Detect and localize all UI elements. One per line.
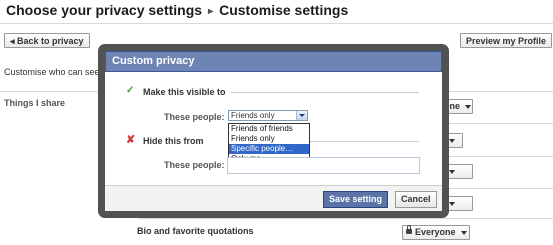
- row-divider: [448, 188, 553, 189]
- checkmark-icon: ✓: [126, 85, 135, 96]
- back-to-privacy-button[interactable]: ◂ Back to privacy: [4, 33, 90, 48]
- lock-icon: [406, 225, 412, 235]
- intro-text: Customise who can see: [4, 67, 100, 77]
- option-specific-people[interactable]: Specific people…: [229, 144, 309, 154]
- chevron-down-icon: [460, 230, 467, 235]
- chevron-down-icon: [449, 169, 455, 174]
- visible-to-select[interactable]: Friends only: [228, 110, 308, 121]
- header-divider: [0, 23, 553, 24]
- chevron-down-icon: [449, 201, 455, 206]
- row-divider: [448, 156, 553, 157]
- things-i-share-label: Things I share: [4, 98, 66, 108]
- chevron-down-icon: [465, 104, 472, 109]
- preview-profile-button[interactable]: Preview my Profile: [460, 33, 553, 48]
- these-people-label-visible: These people:: [164, 112, 225, 122]
- row-divider: [448, 123, 553, 124]
- bio-privacy-dropdown[interactable]: Everyone: [402, 225, 470, 240]
- breadcrumb-separator-icon: ▸: [208, 6, 214, 17]
- hide-from-rule: [310, 141, 419, 142]
- dialog-footer: Save setting Cancel: [105, 185, 442, 211]
- chevron-down-icon: [449, 138, 455, 143]
- custom-privacy-dialog: Custom privacy ✓ Make this visible to Th…: [105, 51, 442, 211]
- visible-to-heading: Make this visible to: [143, 87, 226, 97]
- page-title: Choose your privacy settings ▸ Customise s…: [6, 2, 348, 18]
- cross-icon: ✘: [126, 134, 136, 146]
- bio-quotations-label: Bio and favorite quotations: [137, 226, 254, 236]
- hide-from-heading: Hide this from: [143, 136, 204, 146]
- row-divider: [138, 218, 553, 219]
- visible-to-rule: [231, 92, 419, 93]
- chevron-down-icon[interactable]: [296, 111, 307, 120]
- hide-from-input[interactable]: [227, 157, 420, 174]
- these-people-label-hide: These people:: [164, 160, 225, 170]
- cancel-button[interactable]: Cancel: [395, 191, 437, 208]
- option-friends-only[interactable]: Friends only: [229, 134, 309, 144]
- visible-to-select-value: Friends only: [231, 111, 275, 120]
- everyone-label: Everyone: [415, 227, 456, 237]
- save-setting-button[interactable]: Save setting: [323, 191, 389, 208]
- dialog-title: Custom privacy: [105, 51, 442, 72]
- page-title-sub: Customise settings: [219, 2, 349, 18]
- page-title-main: Choose your privacy settings: [6, 2, 203, 18]
- option-friends-of-friends[interactable]: Friends of friends: [229, 124, 309, 134]
